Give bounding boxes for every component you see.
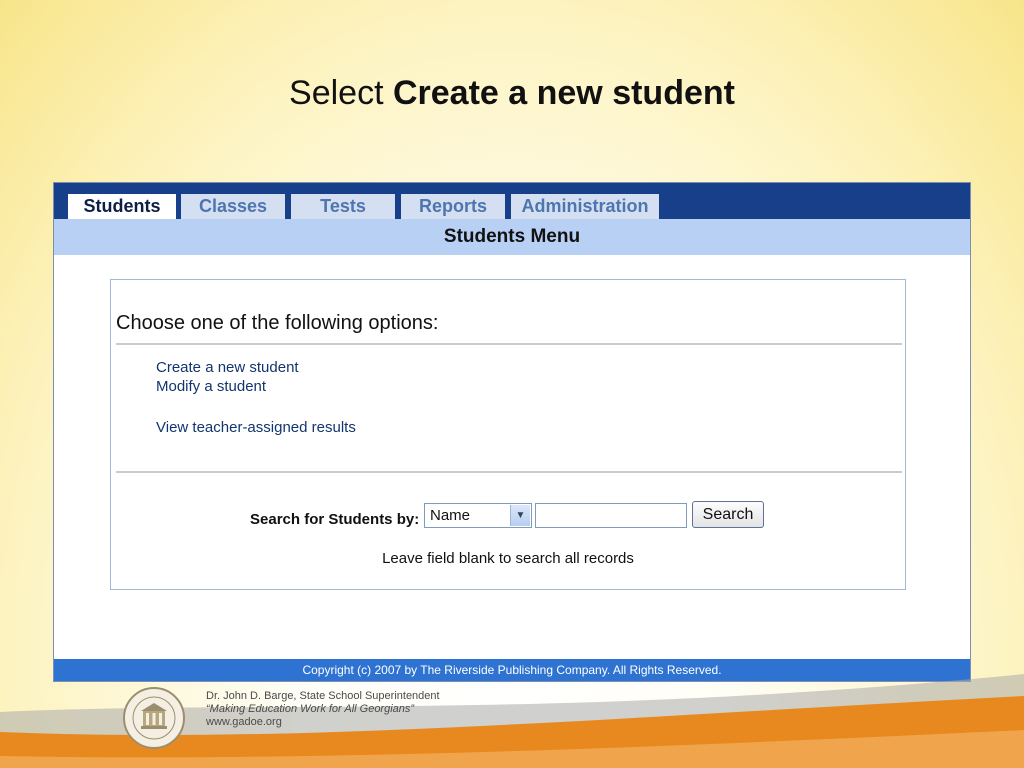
modify-student-link[interactable]: Modify a student — [156, 378, 266, 395]
view-results-link[interactable]: View teacher-assigned results — [156, 419, 356, 436]
tagline: “Making Education Work for All Georgians… — [206, 703, 415, 715]
superintendent-line: Dr. John D. Barge, State School Superint… — [206, 690, 440, 702]
georgia-doe-seal-icon — [123, 687, 185, 749]
search-input[interactable] — [535, 503, 687, 528]
panel-heading: Choose one of the following options: — [116, 312, 439, 334]
create-student-link[interactable]: Create a new student — [156, 359, 299, 376]
search-by-select[interactable]: Name ▼ — [424, 503, 532, 528]
tab-students[interactable]: Students — [68, 194, 176, 219]
tab-classes[interactable]: Classes — [181, 194, 285, 219]
tab-tests[interactable]: Tests — [291, 194, 395, 219]
divider — [116, 343, 902, 345]
search-label: Search for Students by: — [250, 511, 420, 528]
slide-title: Select Create a new student — [0, 74, 1024, 113]
tab-reports[interactable]: Reports — [401, 194, 505, 219]
app-window: Students Classes Tests Reports Administr… — [53, 182, 971, 682]
tab-bar: Students Classes Tests Reports Administr… — [54, 183, 970, 219]
search-hint: Leave field blank to search all records — [382, 550, 634, 567]
tab-administration[interactable]: Administration — [511, 194, 659, 219]
chevron-down-icon[interactable]: ▼ — [510, 505, 530, 526]
slide-title-prefix: Select — [289, 74, 393, 112]
search-by-value: Name — [430, 507, 471, 524]
website-line: www.gadoe.org — [206, 716, 282, 728]
credits: Dr. John D. Barge, State School Superint… — [206, 690, 440, 729]
search-button[interactable]: Search — [692, 501, 764, 528]
submenu-title: Students Menu — [54, 219, 970, 255]
options-panel: Choose one of the following options: Cre… — [110, 279, 906, 590]
slide-title-bold: Create a new student — [392, 74, 735, 112]
divider — [116, 471, 902, 473]
